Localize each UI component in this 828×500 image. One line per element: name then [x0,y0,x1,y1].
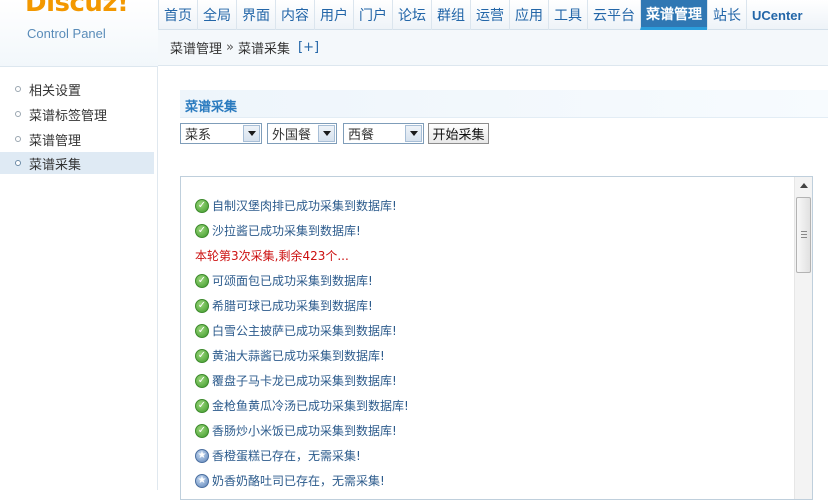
nav-forum[interactable]: 论坛 [392,0,431,30]
scrollbar[interactable] [794,177,812,499]
log-line: ✓希腊可球已成功采集到数据库! [195,293,790,318]
style-select[interactable]: 西餐 [343,123,424,144]
sidebar-item-label: 菜谱标签管理 [29,105,107,124]
start-collection-button[interactable]: 开始采集 [428,123,489,144]
log-line: ★奶香奶酪吐司已存在，无需采集! [195,468,790,493]
log-line-text: 覆盘子马卡龙已成功采集到数据库! [212,372,397,389]
sidebar-item-recipe-collection[interactable]: 菜谱采集 [0,152,154,174]
breadcrumb-separator: » [226,40,234,55]
success-check-icon: ✓ [195,424,209,438]
chevron-down-icon[interactable] [243,125,260,142]
nav-tools[interactable]: 工具 [548,0,587,30]
success-check-icon: ✓ [195,324,209,338]
nav-home[interactable]: 首页 [158,0,197,30]
chevron-down-icon[interactable] [318,125,335,142]
success-check-icon: ✓ [195,299,209,313]
log-line: ✓覆盘子马卡龙已成功采集到数据库! [195,368,790,393]
log-line-text: 香橙蛋糕已存在，无需采集! [212,447,361,464]
sidebar-divider [0,66,158,67]
sidebar-item-label: 菜谱采集 [29,154,81,173]
main-content: 菜谱采集 菜系 外国餐 西餐 开始采集 ✓自制汉堡肉排已成功采集到数据库!✓沙拉… [158,66,828,490]
exists-star-icon: ★ [195,449,209,463]
success-check-icon: ✓ [195,224,209,238]
breadcrumb-parent[interactable]: 菜谱管理 [170,38,222,57]
log-line: ★香橙蛋糕已存在，无需采集! [195,443,790,468]
nav-group[interactable]: 群组 [431,0,470,30]
log-line-text: 香肠炒小米饭已成功采集到数据库! [212,422,397,439]
success-check-icon: ✓ [195,374,209,388]
success-check-icon: ✓ [195,349,209,363]
top-nav: 首页 全局 界面 内容 用户 门户 论坛 群组 运营 应用 工具 云平台 菜谱管… [158,0,828,30]
log-line-text: 本轮第3次采集,剩余423个... [195,247,349,264]
bullet-icon [15,136,21,142]
cuisine-select[interactable]: 外国餐 [267,123,337,144]
breadcrumb: 菜谱管理 » 菜谱采集 [+] [158,30,828,66]
page-title: 菜谱采集 [185,96,237,115]
sidebar-item-settings[interactable]: 相关设置 [0,78,154,100]
chevron-down-icon[interactable] [405,125,422,142]
category-select-value: 菜系 [185,124,211,143]
sidebar: 相关设置 菜谱标签管理 菜谱管理 菜谱采集 [0,66,158,490]
success-check-icon: ✓ [195,274,209,288]
log-line-text: 奶香奶酪吐司已存在，无需采集! [212,472,385,489]
log-line: ✓沙拉酱已成功采集到数据库! [195,218,790,243]
log-line: ✓自制汉堡肉排已成功采集到数据库! [195,193,790,218]
log-line: 本轮第3次采集,剩余423个... [195,243,790,268]
nav-ucenter[interactable]: UCenter [746,0,808,30]
success-check-icon: ✓ [195,199,209,213]
nav-webmaster[interactable]: 站长 [707,0,746,30]
category-select[interactable]: 菜系 [180,123,262,144]
collection-log[interactable]: ✓自制汉堡肉排已成功采集到数据库!✓沙拉酱已成功采集到数据库!本轮第3次采集,剩… [180,176,813,500]
style-select-value: 西餐 [348,124,374,143]
section-header: 菜谱采集 [180,90,828,118]
scroll-thumb[interactable] [796,197,811,273]
log-line-text: 黄油大蒜酱已成功采集到数据库! [212,347,385,364]
log-line-text: 自制汉堡肉排已成功采集到数据库! [212,197,397,214]
scroll-up-arrow-icon[interactable] [795,177,812,194]
nav-operations[interactable]: 运营 [470,0,509,30]
log-line-text: 沙拉酱已成功采集到数据库! [212,222,361,239]
log-line: ✓白雪公主披萨已成功采集到数据库! [195,318,790,343]
sidebar-item-recipe-management[interactable]: 菜谱管理 [0,128,154,150]
logo-area: Discuz! Control Panel [0,0,158,66]
log-line-text: 可颂面包已成功采集到数据库! [212,272,373,289]
add-shortcut-button[interactable]: [+] [298,40,319,55]
sidebar-item-label: 相关设置 [29,80,81,99]
success-check-icon: ✓ [195,399,209,413]
nav-users[interactable]: 用户 [314,0,353,30]
log-line: ✓香肠炒小米饭已成功采集到数据库! [195,418,790,443]
logo-brand: Discuz! [25,0,128,18]
exists-star-icon: ★ [195,474,209,488]
log-line-text: 希腊可球已成功采集到数据库! [212,297,373,314]
nav-portal[interactable]: 门户 [353,0,392,30]
nav-recipe-management[interactable]: 菜谱管理 [640,0,707,30]
sidebar-item-tag-management[interactable]: 菜谱标签管理 [0,103,154,125]
nav-content[interactable]: 内容 [275,0,314,30]
cuisine-select-value: 外国餐 [272,124,311,143]
bullet-icon [15,160,21,166]
logo-subtitle: Control Panel [27,26,106,41]
log-line-text: 白雪公主披萨已成功采集到数据库! [212,322,397,339]
log-line: ✓黄油大蒜酱已成功采集到数据库! [195,343,790,368]
breadcrumb-current: 菜谱采集 [238,38,290,57]
bullet-icon [15,111,21,117]
sidebar-item-label: 菜谱管理 [29,130,81,149]
log-line-text: 金枪鱼黄瓜冷汤已成功采集到数据库! [212,397,409,414]
nav-cloud[interactable]: 云平台 [587,0,640,30]
nav-interface[interactable]: 界面 [236,0,275,30]
nav-global[interactable]: 全局 [197,0,236,30]
log-list: ✓自制汉堡肉排已成功采集到数据库!✓沙拉酱已成功采集到数据库!本轮第3次采集,剩… [195,193,790,493]
bullet-icon [15,86,21,92]
log-line: ✓金枪鱼黄瓜冷汤已成功采集到数据库! [195,393,790,418]
nav-apps[interactable]: 应用 [509,0,548,30]
log-line: ✓可颂面包已成功采集到数据库! [195,268,790,293]
